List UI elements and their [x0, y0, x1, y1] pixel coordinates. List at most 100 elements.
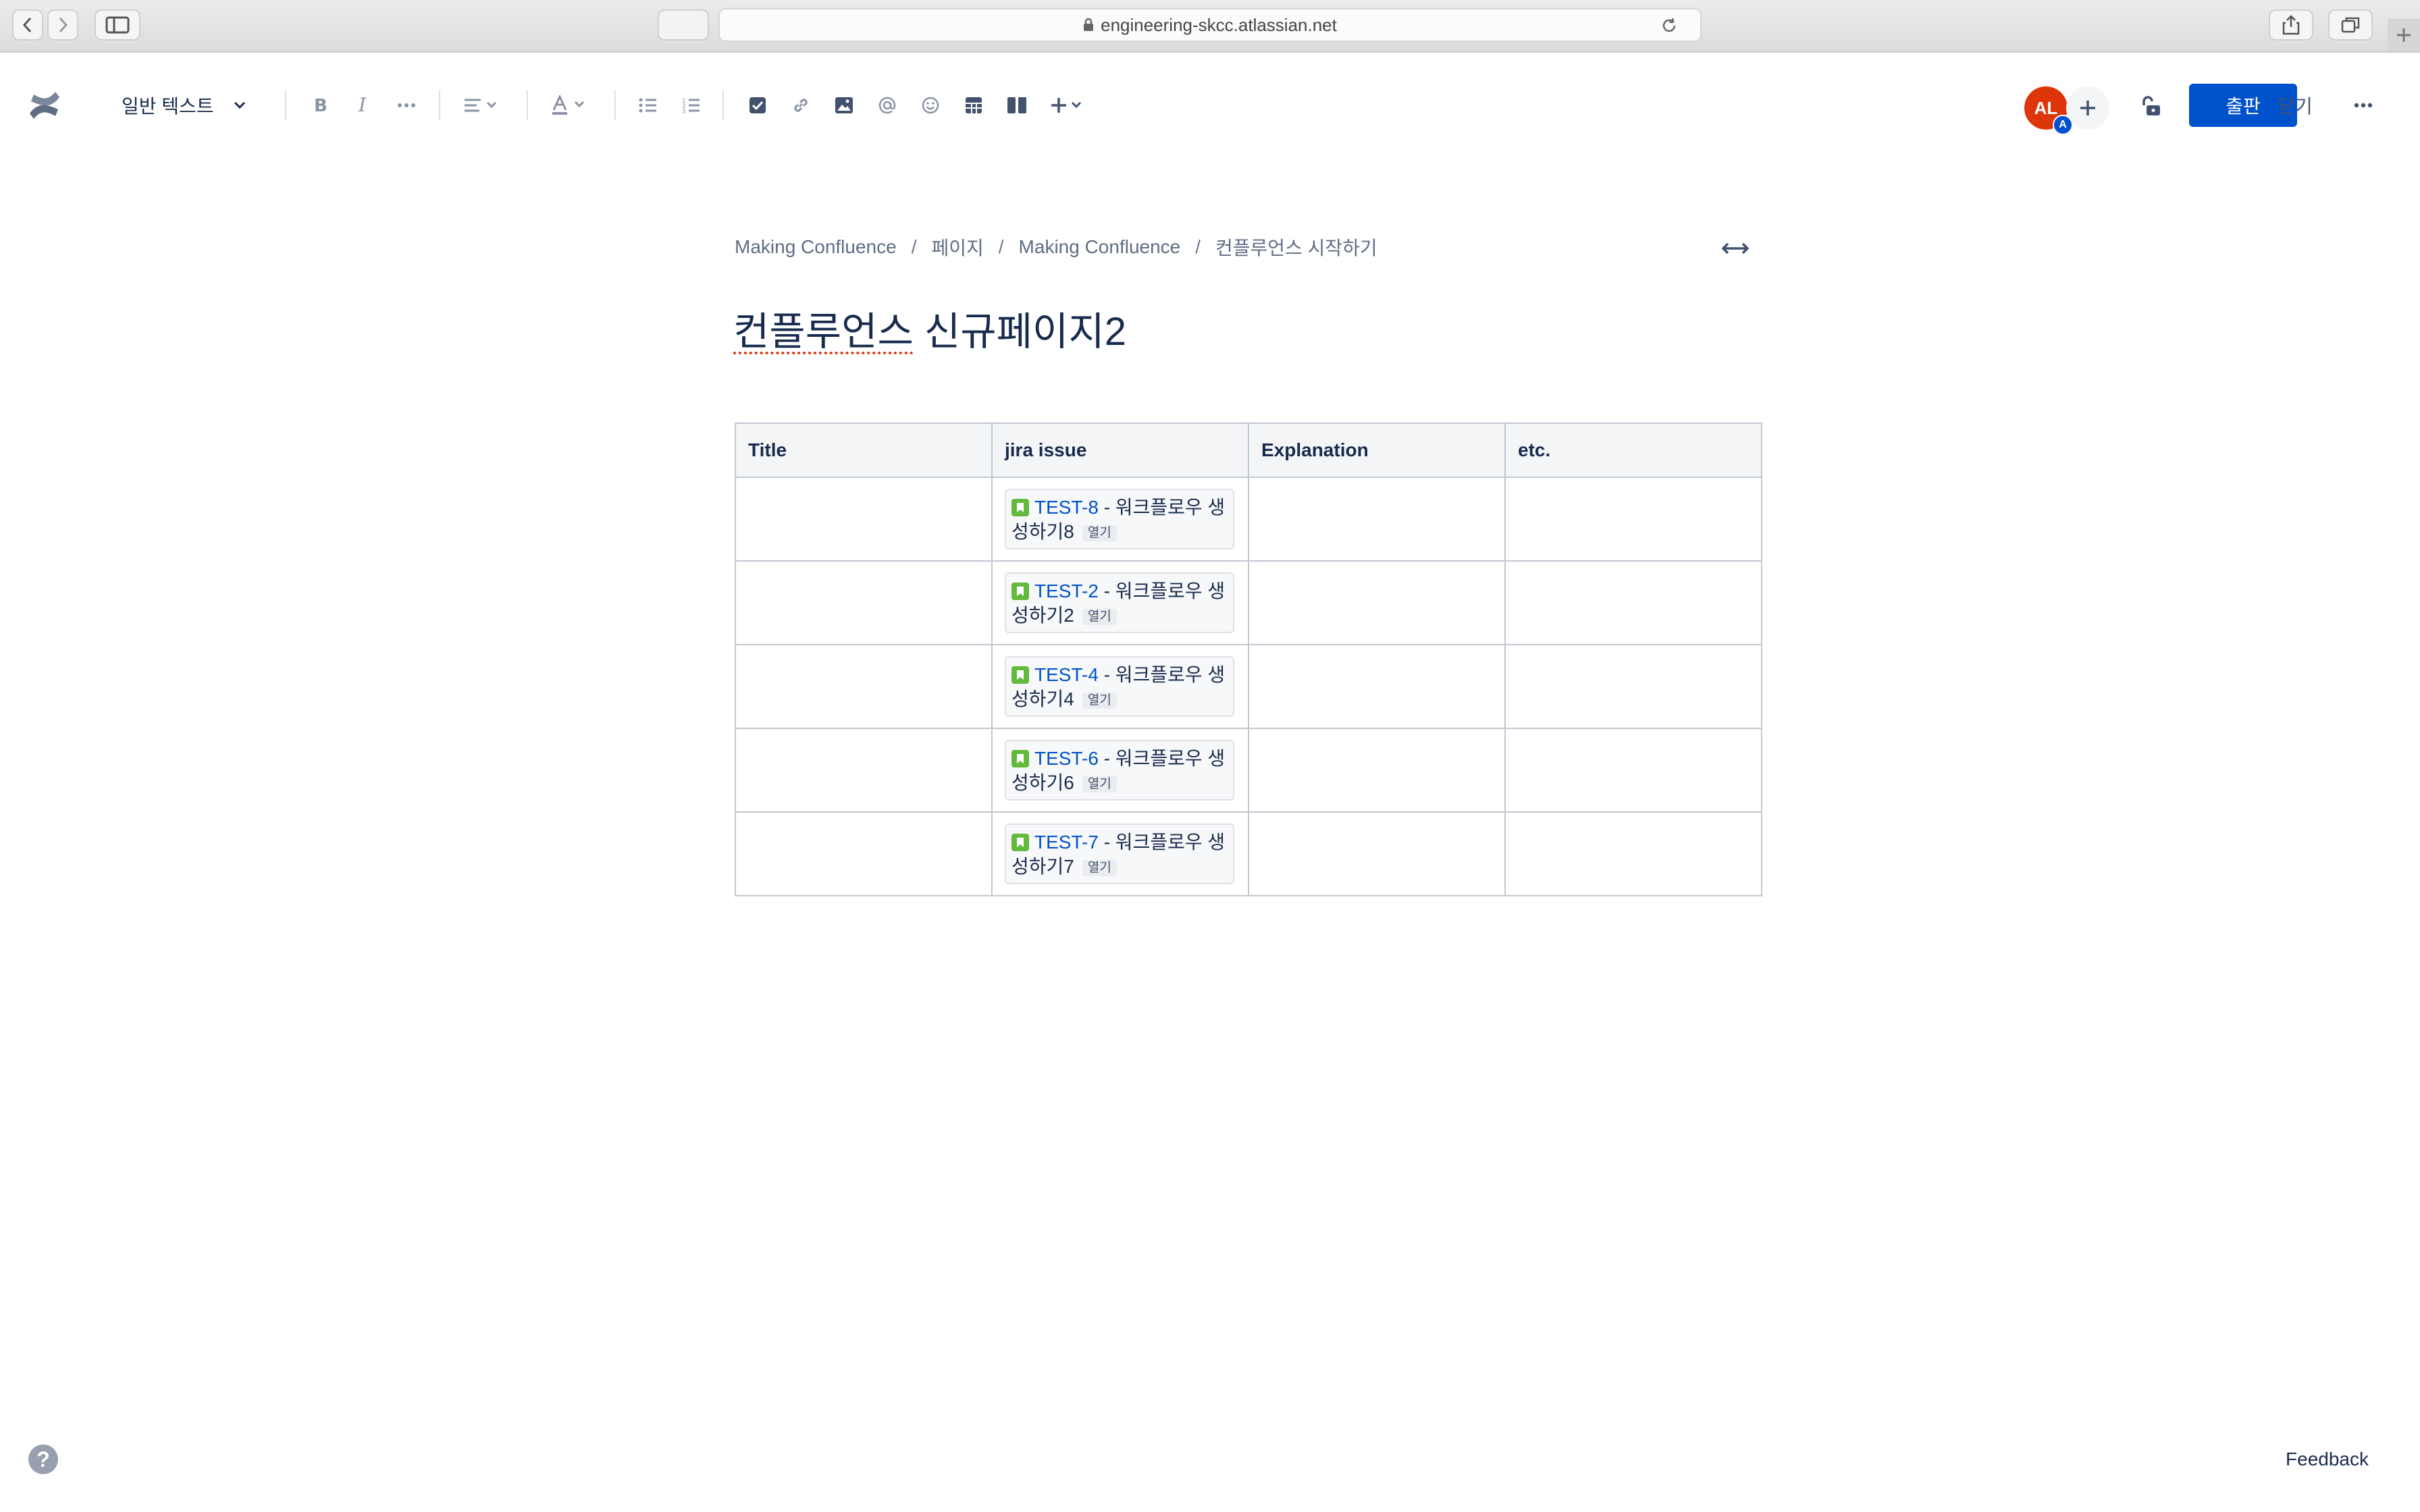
breadcrumb-item-current[interactable]: 컨플루언스 시작하기: [1215, 234, 1377, 261]
jira-issue-key[interactable]: TEST-6: [1034, 748, 1099, 769]
breadcrumb-item-space[interactable]: Making Confluence: [735, 236, 897, 258]
alignment-dropdown[interactable]: [459, 85, 505, 126]
restrictions-button[interactable]: [2136, 86, 2166, 127]
table-cell[interactable]: [1248, 728, 1506, 813]
image-icon: [835, 97, 853, 113]
chevron-right-icon: [59, 17, 68, 33]
page-title-misspelled-word: 컨플루언스: [733, 310, 914, 354]
table-cell[interactable]: [735, 728, 993, 813]
forward-button[interactable]: [47, 9, 78, 40]
sidebar-toggle-button[interactable]: [95, 9, 140, 40]
help-button[interactable]: ?: [28, 1444, 58, 1474]
divider: [614, 90, 616, 120]
table-header-cell[interactable]: jira issue: [991, 423, 1249, 478]
table-header-cell[interactable]: Title: [735, 423, 993, 478]
table-row: TEST-6 - 워크플로우 생성하기6 열기: [735, 728, 1762, 813]
new-tab-button[interactable]: [2388, 19, 2420, 51]
jira-issue-key[interactable]: TEST-2: [1034, 580, 1099, 601]
jira-issue-key[interactable]: TEST-8: [1034, 497, 1099, 518]
jira-issue-card[interactable]: TEST-2 - 워크플로우 생성하기2 열기: [1005, 572, 1234, 633]
table-icon: [966, 97, 982, 113]
table-cell[interactable]: [1248, 811, 1506, 896]
divider: [527, 90, 528, 120]
more-options-button[interactable]: [2347, 85, 2379, 126]
italic-icon: I: [358, 96, 367, 115]
italic-button[interactable]: I: [348, 85, 378, 126]
open-link[interactable]: 열기: [1082, 776, 1117, 792]
table-cell[interactable]: [1504, 477, 1762, 562]
open-link[interactable]: 열기: [1082, 525, 1117, 541]
plus-icon: [2397, 28, 2411, 42]
table-cell[interactable]: [1248, 560, 1506, 645]
lock-icon: [1084, 18, 1094, 31]
divider: [285, 90, 286, 120]
jira-issue-key[interactable]: TEST-4: [1034, 664, 1099, 685]
jira-issue-card[interactable]: TEST-4 - 워크플로우 생성하기4 열기: [1005, 656, 1234, 717]
open-link[interactable]: 열기: [1082, 693, 1117, 709]
bullet-list-button[interactable]: [633, 85, 663, 126]
close-button[interactable]: 닫기: [2258, 84, 2332, 127]
table-cell[interactable]: TEST-8 - 워크플로우 생성하기8 열기: [991, 477, 1249, 562]
more-formatting-button[interactable]: [392, 85, 421, 126]
mention-button[interactable]: [872, 85, 902, 126]
jira-story-icon: [1011, 499, 1029, 516]
sidebar-icon: [105, 16, 130, 34]
chevron-left-icon: [22, 17, 32, 33]
invite-button[interactable]: [2066, 86, 2109, 130]
back-button[interactable]: [12, 9, 43, 40]
jira-issue-card[interactable]: TEST-7 - 워크플로우 생성하기7 열기: [1005, 824, 1234, 884]
numbered-list-button[interactable]: 123: [677, 85, 706, 126]
more-icon: [2354, 103, 2373, 108]
jira-issue-card[interactable]: TEST-8 - 워크플로우 생성하기8 열기: [1005, 489, 1234, 549]
table-header-row: Title jira issue Explanation etc.: [735, 423, 1762, 478]
confluence-logo-icon: [30, 92, 59, 119]
layouts-button[interactable]: [1002, 85, 1032, 126]
table-header-cell[interactable]: Explanation: [1248, 423, 1506, 478]
breadcrumb-item-pages[interactable]: 페이지: [931, 234, 983, 261]
table-cell[interactable]: TEST-7 - 워크플로우 생성하기7 열기: [991, 811, 1249, 896]
tabs-icon: [2341, 17, 2360, 33]
breadcrumb-separator: /: [1195, 236, 1201, 257]
share-button[interactable]: [2269, 9, 2313, 40]
table-cell[interactable]: [1504, 560, 1762, 645]
table-cell[interactable]: [1248, 477, 1506, 562]
insert-dropdown[interactable]: [1048, 85, 1091, 126]
link-button[interactable]: [786, 85, 816, 126]
table-cell[interactable]: [735, 560, 993, 645]
reload-icon[interactable]: [1660, 16, 1679, 35]
open-link[interactable]: 열기: [1082, 860, 1117, 876]
table-cell[interactable]: TEST-2 - 워크플로우 생성하기2 열기: [991, 560, 1249, 645]
bold-button[interactable]: B: [305, 85, 335, 126]
table-cell[interactable]: TEST-6 - 워크플로우 생성하기6 열기: [991, 728, 1249, 813]
table-cell[interactable]: [1504, 728, 1762, 813]
table-cell[interactable]: [735, 644, 993, 729]
text-color-dropdown[interactable]: [547, 85, 593, 126]
bold-icon: B: [314, 96, 327, 115]
address-bar[interactable]: engineering-skcc.atlassian.net: [718, 8, 1702, 42]
table-cell[interactable]: [735, 477, 993, 562]
jira-issue-key[interactable]: TEST-7: [1034, 832, 1099, 853]
browser-chrome: engineering-skcc.atlassian.net: [0, 0, 2420, 53]
table-header-cell[interactable]: etc.: [1504, 423, 1762, 478]
table-cell[interactable]: [1504, 811, 1762, 896]
content-table[interactable]: Title jira issue Explanation etc. TEST-8…: [735, 423, 1762, 896]
table-cell[interactable]: [1248, 644, 1506, 729]
open-link[interactable]: 열기: [1082, 609, 1117, 625]
table-cell[interactable]: [735, 811, 993, 896]
jira-issue-card[interactable]: TEST-6 - 워크플로우 생성하기6 열기: [1005, 740, 1234, 801]
tabs-button[interactable]: [2328, 9, 2373, 40]
page-title[interactable]: 컨플루언스 신규페이지2: [733, 300, 1126, 356]
feedback-link[interactable]: Feedback: [2286, 1449, 2369, 1470]
text-style-dropdown[interactable]: 일반 텍스트: [122, 90, 246, 120]
tab-overview-button[interactable]: [658, 9, 709, 40]
full-width-toggle[interactable]: [1720, 236, 1750, 261]
table-row: TEST-4 - 워크플로우 생성하기4 열기: [735, 644, 1762, 729]
confluence-logo[interactable]: [26, 85, 63, 126]
breadcrumb-item-parent[interactable]: Making Confluence: [1019, 236, 1181, 258]
table-cell[interactable]: [1504, 644, 1762, 729]
emoji-button[interactable]: [916, 85, 945, 126]
table-button[interactable]: [959, 85, 989, 126]
action-item-button[interactable]: [743, 85, 772, 126]
image-button[interactable]: [829, 85, 859, 126]
table-cell[interactable]: TEST-4 - 워크플로우 생성하기4 열기: [991, 644, 1249, 729]
